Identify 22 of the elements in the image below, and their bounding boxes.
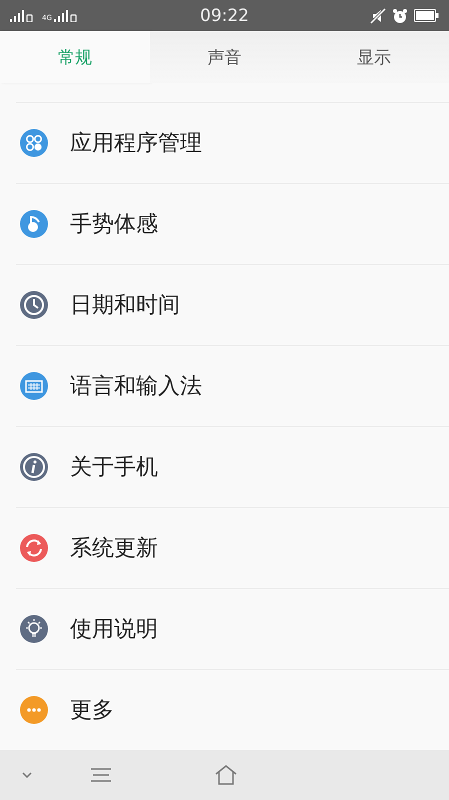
settings-item[interactable]: 应用程序管理 — [16, 102, 449, 183]
item-label: 更多 — [70, 697, 114, 725]
settings-item[interactable]: 系统更新 — [16, 507, 449, 588]
item-label: 系统更新 — [70, 535, 158, 563]
item-label: 应用程序管理 — [70, 130, 202, 158]
muted-icon — [370, 8, 386, 24]
settings-item[interactable]: 语言和输入法 — [16, 345, 449, 426]
settings-item[interactable]: 日期和时间 — [16, 264, 449, 345]
menu-icon[interactable] — [91, 768, 111, 782]
item-label: 使用说明 — [70, 616, 158, 644]
item-label: 手势体感 — [70, 211, 158, 239]
item-label: 关于手机 — [70, 454, 158, 482]
item-label: 语言和输入法 — [70, 373, 202, 401]
chevron-down-icon[interactable] — [22, 772, 32, 778]
home-icon[interactable] — [215, 765, 237, 785]
battery-icon — [414, 9, 439, 22]
settings-item[interactable]: 关于手机 — [16, 426, 449, 507]
clock-time: 09:22 — [200, 6, 249, 26]
item-label: 日期和时间 — [70, 292, 180, 320]
settings-item[interactable]: 使用说明 — [16, 588, 449, 669]
alarm-icon — [392, 8, 408, 24]
settings-item[interactable]: 手势体感 — [16, 183, 449, 264]
